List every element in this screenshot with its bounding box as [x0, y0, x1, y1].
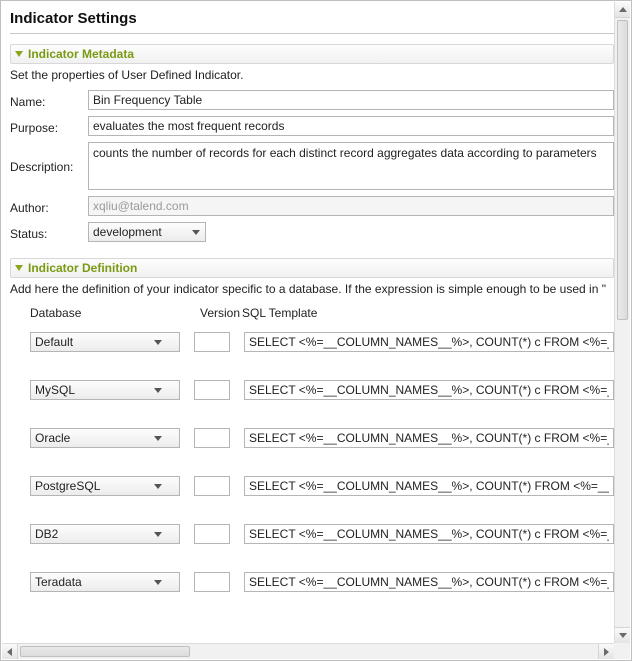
input-purpose[interactable]	[88, 116, 614, 136]
database-select[interactable]: Teradata	[30, 572, 180, 592]
collapse-icon	[15, 51, 23, 57]
row-description: Description:	[10, 142, 614, 190]
definition-row: DB2	[10, 524, 614, 544]
chevron-down-icon	[151, 479, 165, 493]
chevron-down-icon	[151, 335, 165, 349]
scrollbar-corner	[614, 643, 630, 659]
input-description[interactable]	[88, 142, 614, 190]
version-input[interactable]	[194, 476, 230, 496]
label-author: Author:	[10, 198, 88, 215]
definition-section-description: Add here the definition of your indicato…	[10, 282, 614, 296]
definition-section-title: Indicator Definition	[28, 261, 137, 275]
scroll-down-icon[interactable]	[615, 627, 630, 643]
definition-row: PostgreSQL	[10, 476, 614, 496]
version-input[interactable]	[194, 428, 230, 448]
row-status: Status: development	[10, 222, 614, 242]
database-select-value: MySQL	[35, 383, 147, 397]
col-database: Database	[30, 306, 200, 320]
definition-row: MySQL	[10, 380, 614, 400]
database-select[interactable]: PostgreSQL	[30, 476, 180, 496]
sql-template-input[interactable]	[244, 380, 614, 400]
chevron-down-icon	[151, 527, 165, 541]
row-author: Author:	[10, 196, 614, 216]
database-select-value: Teradata	[35, 575, 147, 589]
version-input[interactable]	[194, 332, 230, 352]
definition-rows: Default MySQL Oracle PostgreSQL DB2 Teradata	[10, 332, 614, 592]
database-select-value: DB2	[35, 527, 147, 541]
col-sql-template: SQL Template	[242, 306, 614, 320]
database-select-value: Oracle	[35, 431, 147, 445]
metadata-section-title: Indicator Metadata	[28, 47, 134, 61]
row-name: Name:	[10, 90, 614, 110]
definition-row: Oracle	[10, 428, 614, 448]
sql-template-input[interactable]	[244, 572, 614, 592]
version-input[interactable]	[194, 572, 230, 592]
database-select[interactable]: DB2	[30, 524, 180, 544]
scroll-left-icon[interactable]	[2, 644, 18, 659]
page-title: Indicator Settings	[10, 8, 614, 34]
scroll-up-icon[interactable]	[615, 2, 630, 18]
scroll-thumb-horizontal[interactable]	[20, 646, 190, 657]
col-version: Version	[200, 306, 242, 320]
definition-row: Default	[10, 332, 614, 352]
metadata-section-description: Set the properties of User Defined Indic…	[10, 68, 614, 82]
sql-template-input[interactable]	[244, 524, 614, 544]
database-select-value: PostgreSQL	[35, 479, 147, 493]
input-author	[88, 196, 614, 216]
sql-template-input[interactable]	[244, 332, 614, 352]
chevron-down-icon	[189, 225, 203, 239]
version-input[interactable]	[194, 380, 230, 400]
metadata-section-header[interactable]: Indicator Metadata	[10, 44, 614, 64]
content-area: Indicator Settings Indicator Metadata Se…	[2, 2, 614, 643]
vertical-scrollbar[interactable]	[614, 2, 630, 643]
collapse-icon	[15, 265, 23, 271]
chevron-down-icon	[151, 575, 165, 589]
sql-template-input[interactable]	[244, 428, 614, 448]
sql-template-input[interactable]	[244, 476, 614, 496]
database-select[interactable]: Default	[30, 332, 180, 352]
select-status-value: development	[93, 225, 185, 239]
scroll-thumb-vertical[interactable]	[617, 20, 628, 320]
label-purpose: Purpose:	[10, 118, 88, 135]
definition-row: Teradata	[10, 572, 614, 592]
database-select-value: Default	[35, 335, 147, 349]
chevron-down-icon	[151, 431, 165, 445]
definition-columns: Database Version SQL Template	[10, 306, 614, 320]
select-status[interactable]: development	[88, 222, 206, 242]
version-input[interactable]	[194, 524, 230, 544]
scroll-right-icon[interactable]	[598, 644, 614, 659]
input-name[interactable]	[88, 90, 614, 110]
horizontal-scrollbar[interactable]	[2, 643, 614, 659]
chevron-down-icon	[151, 383, 165, 397]
label-name: Name:	[10, 92, 88, 109]
database-select[interactable]: Oracle	[30, 428, 180, 448]
database-select[interactable]: MySQL	[30, 380, 180, 400]
settings-pane: Indicator Settings Indicator Metadata Se…	[0, 0, 632, 661]
row-purpose: Purpose:	[10, 116, 614, 136]
label-status: Status:	[10, 224, 88, 241]
definition-section-header[interactable]: Indicator Definition	[10, 258, 614, 278]
label-description: Description:	[10, 142, 88, 174]
